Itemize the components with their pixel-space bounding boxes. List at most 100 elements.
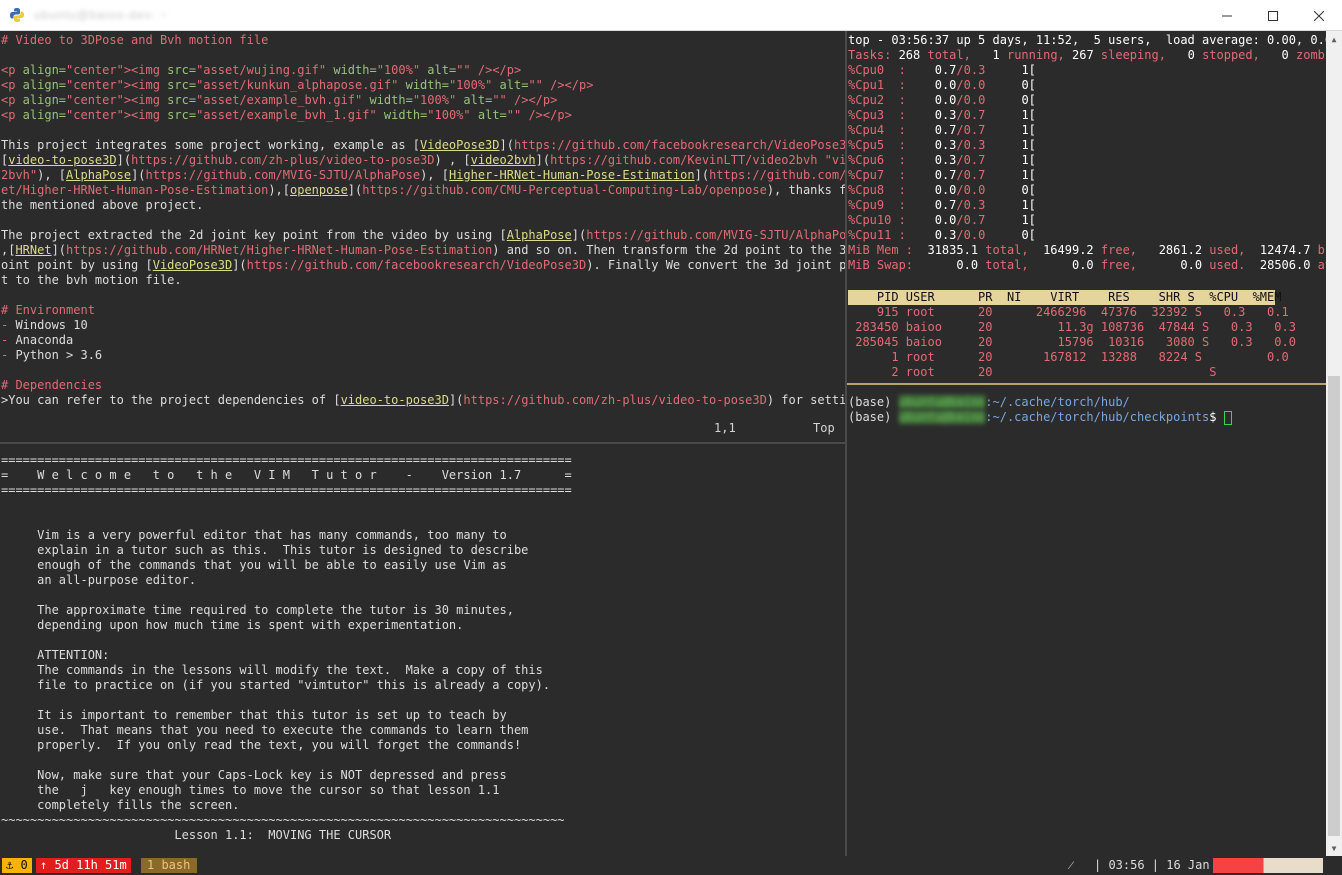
- scrollbar[interactable]: ▲ ▼: [1326, 31, 1342, 856]
- text-span: https://github.com/CMU-Perceptual-Comput…: [362, 183, 767, 197]
- editor-line: the mentioned above project.: [1, 198, 203, 213]
- tutor-line: ========================================…: [1, 483, 572, 497]
- maximize-button[interactable]: [1250, 0, 1296, 31]
- text-span: running,: [1006, 48, 1072, 62]
- tmux-session[interactable]: ⚓ 0: [2, 858, 32, 873]
- text-span[interactable]: video-to-pose3D: [8, 153, 116, 167]
- text-span: t to the bvh motion file.: [1, 273, 182, 287]
- python-icon: [10, 8, 24, 22]
- text-span: ](: [694, 168, 710, 182]
- text-span: :: [891, 63, 935, 77]
- process-row: 283450 baioo 20 11.3g 108736 47844 S 0.3…: [848, 320, 1296, 334]
- text-span: The project extracted the 2d joint key p…: [1, 228, 507, 242]
- close-button[interactable]: [1296, 0, 1342, 31]
- text-span: ). Finally We convert the 3d joint poin: [586, 258, 845, 272]
- tutor-line: = W e l c o m e t o t h e V I M T u t o …: [1, 468, 572, 482]
- text-span: ](: [448, 393, 464, 407]
- text-span[interactable]: HRNet: [15, 243, 51, 257]
- top-pane[interactable]: top - 03:56:37 up 5 days, 11:52, 5 users…: [848, 31, 1326, 383]
- text-span: [985, 108, 1021, 122]
- text-span[interactable]: AlphaPose: [66, 168, 131, 182]
- text-span: 0.3: [963, 138, 986, 152]
- cpu-row: %Cpu8 : 0.0/0.0 0[: [848, 183, 1036, 198]
- tutor-line: ========================================…: [1, 453, 572, 467]
- text-span: ><img: [123, 78, 160, 92]
- text-span[interactable]: video2bvh: [471, 153, 536, 167]
- scroll-down-button[interactable]: ▼: [1326, 840, 1342, 856]
- text-span: "100%": [427, 108, 471, 122]
- text-span: https://github.com/zh-plus/video-to-pose…: [463, 393, 767, 407]
- scroll-up-button[interactable]: ▲: [1326, 31, 1342, 47]
- text-span: 0.0: [920, 258, 986, 272]
- tmux-clock: | 03:56 | 16 Jan: [1094, 858, 1210, 872]
- text-span[interactable]: VideoPose3D: [420, 138, 499, 152]
- text-span: ](: [116, 153, 132, 167]
- editor-line: [video-to-pose3D](https://github.com/zh-…: [1, 153, 845, 168]
- text-span: https://github.com/HRN: [709, 168, 845, 182]
- text-span: 0.0: [934, 93, 957, 107]
- minimize-button[interactable]: [1204, 0, 1250, 31]
- shell-pane[interactable]: (base) ubuntu@baioo:~/.cache/torch/hub/(…: [848, 387, 1326, 856]
- text-span: /: [956, 108, 964, 122]
- text-span: total,: [985, 243, 1036, 257]
- pane-divider-vertical[interactable]: [845, 31, 847, 856]
- close-icon: [1314, 10, 1324, 21]
- text-span: Python > 3.6: [15, 348, 103, 362]
- text-span: 16499.2: [1035, 243, 1101, 257]
- text-span: 0.7: [963, 153, 986, 167]
- pane-divider[interactable]: [0, 442, 845, 444]
- text-span: 1[: [1021, 213, 1036, 227]
- tutor-line: Now, make sure that your Caps-Lock key i…: [1, 768, 507, 782]
- tmux-window-tab[interactable]: 1 bash: [141, 858, 197, 873]
- text-span: "asset/wujing.gif": [196, 63, 327, 77]
- text-span: [985, 123, 1021, 137]
- text-span[interactable]: VideoPose3D: [153, 258, 232, 272]
- text-span: 267: [1072, 48, 1101, 62]
- text-span: [985, 198, 1021, 212]
- text-span: %Cpu1: [848, 78, 892, 92]
- text-span: ><img: [123, 63, 160, 77]
- text-span: <p: [1, 108, 16, 122]
- text-span: alt=: [420, 63, 457, 77]
- terminal-area[interactable]: # Video to 3DPose and Bvh motion file <p …: [0, 31, 1326, 856]
- cpu-row: %Cpu1 : 0.0/0.0 0[: [848, 78, 1036, 93]
- text-span: ](: [535, 153, 551, 167]
- editor-line: oint point by using [VideoPose3D](https:…: [1, 258, 845, 273]
- text-span: 1[: [1021, 168, 1036, 182]
- text-span: ),[: [268, 183, 290, 197]
- tutor-line: properly. If you only read the text, you…: [1, 738, 522, 752]
- text-span: %Cpu0: [848, 63, 892, 77]
- text-span: 0.7: [934, 123, 957, 137]
- text-span[interactable]: Higher-HRNet-Human-Pose-Estimation: [449, 168, 695, 182]
- scroll-thumb[interactable]: [1328, 376, 1340, 836]
- text-span: 0.3: [934, 138, 957, 152]
- top-tasks: Tasks: 268 total, 1 running, 267 sleepin…: [848, 48, 1326, 63]
- text-span[interactable]: AlphaPose: [507, 228, 572, 242]
- text-span: ><img: [123, 108, 160, 122]
- text-span[interactable]: openpose: [290, 183, 348, 197]
- text-span: [985, 153, 1021, 167]
- text-span: 0.3: [963, 63, 986, 77]
- active-pane-divider[interactable]: [847, 383, 1326, 385]
- text-span: alt=: [492, 78, 529, 92]
- tmux-prefix-indicator: ⁄: [1070, 858, 1073, 872]
- tutor-line: ~~~~~~~~~~~~~~~~~~~~~~~~~~~~~~~~~~~~~~~~…: [1, 813, 565, 827]
- text-span: [985, 168, 1021, 182]
- tutor-line: Lesson 1.1: MOVING THE CURSOR: [1, 828, 392, 842]
- text-span: 0.7: [963, 213, 986, 227]
- text-span: :: [891, 108, 935, 122]
- text-span: 28506.0: [1252, 258, 1318, 272]
- text-span: 1[: [1021, 108, 1036, 122]
- editor-line: <p align="center"><img src="asset/exampl…: [1, 93, 557, 108]
- text-span[interactable]: video-to-pose3D: [341, 393, 449, 407]
- text-span: "100%": [448, 78, 493, 92]
- text-span: <p: [1, 93, 16, 107]
- text-span: /: [956, 183, 964, 197]
- text-span: /: [956, 198, 964, 212]
- text-span: 0.3: [963, 198, 986, 212]
- text-span: [985, 213, 1021, 227]
- text-span: %Cpu10: [848, 213, 892, 227]
- shell-line: (base) ubuntu@baioo:~/.cache/torch/hub/: [848, 395, 1130, 410]
- text-span: 0.0: [963, 228, 986, 242]
- text-span: "center": [66, 63, 124, 77]
